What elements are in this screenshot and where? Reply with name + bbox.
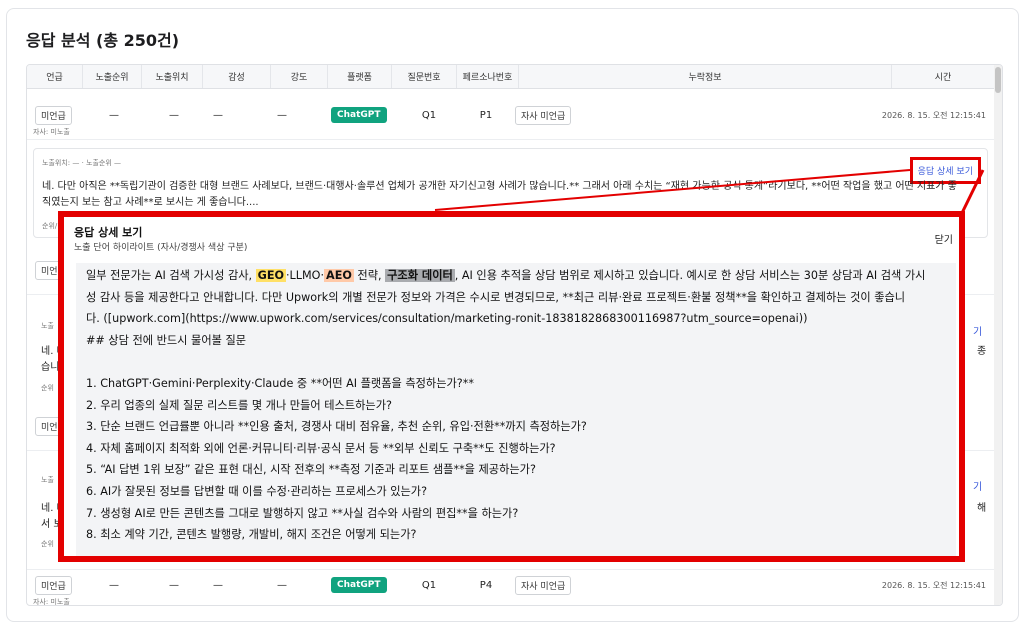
text-segment: ·LLMO· (286, 269, 325, 282)
col-time[interactable]: 시간 (892, 65, 994, 88)
response-content[interactable]: 일부 전문가는 AI 검색 가시성 감사, GEO ·LLMO· AEO 전략, 구… (76, 263, 956, 556)
detail-text-line: 직였는지 보는 참고 사례**로 보시는 게 좋습니다.... (42, 197, 259, 208)
col-sentiment[interactable]: 감성 (203, 65, 271, 88)
col-mention[interactable]: 언급 (27, 65, 83, 88)
detail-foot: 순위/ (42, 222, 58, 230)
table-row[interactable]: 미언급 — — — — ChatGPT Q1 P1 자사 미언급 2026. 8… (27, 100, 994, 140)
question-item: 6. AI가 잘못된 정보를 답변할 때 이를 수정·관리하는 프로세스가 있는… (86, 484, 428, 498)
question-item: 7. 생성형 AI로 만든 콘텐츠를 그대로 발행하지 않고 **사실 검수와 … (86, 506, 519, 520)
sentiment-cell: — (213, 579, 223, 591)
partial-meta: 노출 (41, 322, 54, 330)
missing-chip[interactable]: 자사 미언급 (515, 575, 572, 595)
text-segment: , AI 인용 추적을 상담 범위로 제시하고 있습니다. 예시로 한 상담 서… (454, 269, 926, 282)
question-item: 2. 우리 업종의 실제 질문 리스트를 몇 개나 만들어 테스트하는가? (86, 398, 392, 412)
content-line: 일부 전문가는 AI 검색 가시성 감사, GEO ·LLMO· AEO 전략, 구… (86, 265, 948, 287)
sentiment-cell: — (213, 109, 223, 121)
col-persona[interactable]: 페르소나번호 (457, 65, 519, 88)
time-cell: 2026. 8. 15. 오전 12:15:41 (881, 581, 986, 590)
page-title: 응답 분석 (총 250건) (26, 31, 180, 50)
highlight-structured-data: 구조화 데이터 (385, 269, 455, 282)
partial-text: 종 (977, 346, 987, 357)
intensity-cell: — (277, 109, 287, 121)
col-missing[interactable]: 누락정보 (519, 65, 892, 88)
rank-cell: — (109, 109, 119, 121)
question-item: 4. 자체 홈페이지 최적화 외에 언론·커뮤니티·리뷰·공식 문서 등 **외… (86, 441, 556, 455)
question-item: 5. “AI 답변 1위 보장” 같은 표현 대신, 시작 전후의 **측정 기… (86, 463, 536, 477)
col-position[interactable]: 노출위치 (142, 65, 203, 88)
close-button[interactable]: 닫기 (935, 231, 953, 246)
detail-meta: 노출위치: — · 노출순위 — (42, 159, 122, 167)
question-cell: Q1 (421, 109, 437, 121)
modal-subtitle: 노출 단어 하이라이트 (자사/경쟁사 색상 구분) (74, 243, 248, 253)
table-header: 언급 노출순위 노출위치 감성 강도 플랫폼 질문번호 페르소나번호 누락정보 … (27, 65, 994, 89)
response-detail-modal: 응답 상세 보기 노출 단어 하이라이트 (자사/경쟁사 색상 구분) 닫기 일… (58, 211, 965, 562)
exposure-note: 자사: 미노출 (33, 598, 70, 606)
platform-badge: ChatGPT (331, 577, 387, 593)
partial-meta: 노출 (41, 476, 54, 484)
persona-cell: P1 (479, 109, 493, 121)
partial-text: 해 (977, 503, 987, 514)
col-rank[interactable]: 노출순위 (83, 65, 142, 88)
rank-cell: — (109, 579, 119, 591)
text-segment: 전략, (353, 269, 386, 282)
content-heading: ## 상담 전에 반드시 물어볼 질문 (86, 333, 247, 347)
position-cell: — (169, 579, 179, 591)
intensity-cell: — (277, 579, 287, 591)
partial-foot: 순위 (41, 540, 54, 548)
col-intensity[interactable]: 강도 (271, 65, 328, 88)
platform-badge: ChatGPT (331, 107, 387, 123)
question-cell: Q1 (421, 579, 437, 591)
mention-chip[interactable]: 미언급 (35, 105, 72, 125)
partial-text: 습니 (41, 362, 60, 373)
modal-title: 응답 상세 보기 (74, 226, 143, 239)
persona-cell: P4 (479, 579, 493, 591)
text-segment: 일부 전문가는 AI 검색 가시성 감사, (86, 269, 256, 282)
time-cell: 2026. 8. 15. 오전 12:15:41 (881, 111, 986, 120)
question-item: 1. ChatGPT·Gemini·Perplexity·Claude 중 **… (86, 376, 474, 390)
missing-chip[interactable]: 자사 미언급 (515, 105, 572, 125)
highlight-geo: GEO (255, 269, 286, 282)
table-row[interactable]: 미언급 — — — — ChatGPT Q1 P4 자사 미언급 2026. 8… (27, 569, 994, 606)
detail-text-line: 네. 다만 아직은 **독립기관이 검증한 대형 브랜드 사례보다, 브랜드·대… (42, 181, 957, 192)
exposure-note: 자사: 미노출 (33, 128, 70, 136)
partial-foot: 순위 (41, 384, 54, 392)
highlight-aeo: AEO (324, 269, 354, 282)
question-item: 3. 단순 브랜드 언급률뿐 아니라 **인용 출처, 경쟁사 대비 점유율, … (86, 420, 587, 434)
response-text: 일부 전문가는 AI 검색 가시성 감사, GEO ·LLMO· AEO 전략, 구… (86, 265, 948, 546)
detail-text: 네. 다만 아직은 **독립기관이 검증한 대형 브랜드 사례보다, 브랜드·대… (42, 179, 977, 211)
content-line: 성 감사 등을 제공한다고 안내합니다. 다만 Upwork의 개별 전문가 정… (86, 290, 906, 304)
content-line-link[interactable]: 다. ([upwork.com](https://www.upwork.com/… (86, 308, 948, 330)
scrollbar-track[interactable] (994, 65, 1002, 605)
question-item: 8. 최소 계약 기간, 콘텐츠 발행량, 개발비, 해지 조건은 어떻게 되는… (86, 528, 417, 542)
col-question[interactable]: 질문번호 (392, 65, 457, 88)
partial-link[interactable]: 기 (973, 478, 982, 493)
scrollbar-thumb[interactable] (995, 67, 1001, 93)
mention-chip[interactable]: 미언급 (35, 575, 72, 595)
col-platform[interactable]: 플랫폼 (328, 65, 392, 88)
position-cell: — (169, 109, 179, 121)
partial-link[interactable]: 기 (973, 323, 982, 338)
